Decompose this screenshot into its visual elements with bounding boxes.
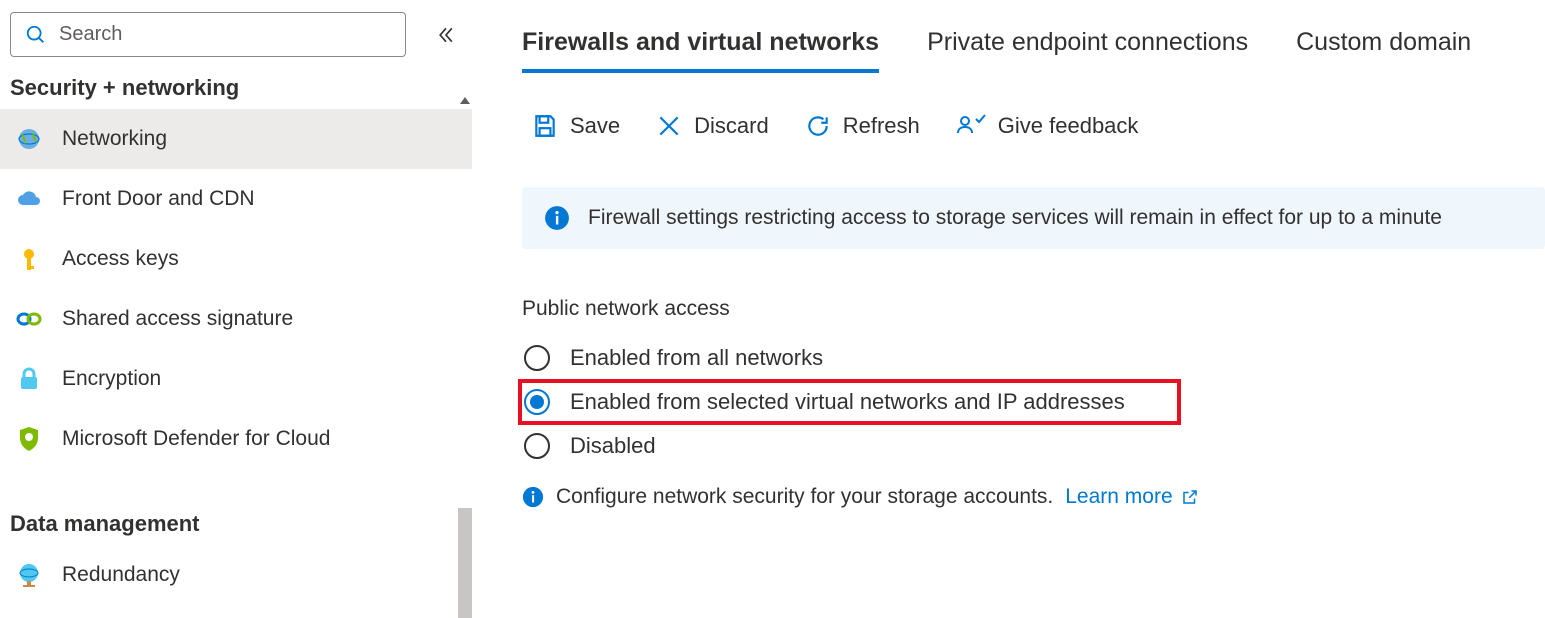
cloud-icon <box>16 186 42 212</box>
tab-custom-domain[interactable]: Custom domain <box>1296 28 1471 73</box>
globe-network-icon <box>16 126 42 152</box>
refresh-icon <box>805 113 831 139</box>
save-label: Save <box>570 113 620 139</box>
radio-label: Enabled from selected virtual networks a… <box>570 389 1125 415</box>
banner-text: Firewall settings restricting access to … <box>588 206 1442 230</box>
discard-label: Discard <box>694 113 769 139</box>
search-input[interactable] <box>59 23 393 46</box>
shield-icon <box>16 426 42 452</box>
sidebar: Security + networking Networking Front D… <box>0 0 472 618</box>
search-row <box>0 0 472 65</box>
sidebar-item-label: Redundancy <box>62 563 180 587</box>
nav-list-data: Redundancy <box>0 545 472 605</box>
info-icon <box>544 205 570 231</box>
sidebar-item-label: Microsoft Defender for Cloud <box>62 427 330 451</box>
sidebar-item-label: Networking <box>62 127 167 151</box>
external-link-icon <box>1181 488 1199 506</box>
sidebar-item-label: Front Door and CDN <box>62 187 255 211</box>
sidebar-collapse-button[interactable] <box>430 19 462 51</box>
radio-disabled[interactable]: Disabled <box>522 425 1545 467</box>
sidebar-item-redundancy[interactable]: Redundancy <box>0 545 472 605</box>
sidebar-item-label: Encryption <box>62 367 161 391</box>
link-label: Learn more <box>1065 485 1172 509</box>
hint-text: Configure network security for your stor… <box>556 485 1053 509</box>
learn-more-link[interactable]: Learn more <box>1065 485 1198 509</box>
radio-label: Enabled from all networks <box>570 345 823 371</box>
section-data-header: Data management <box>0 501 472 545</box>
tab-private-endpoint[interactable]: Private endpoint connections <box>927 28 1248 73</box>
info-icon <box>522 486 544 508</box>
sidebar-item-defender[interactable]: Microsoft Defender for Cloud <box>0 409 472 469</box>
radio-all-networks[interactable]: Enabled from all networks <box>522 337 1545 379</box>
lock-icon <box>16 366 42 392</box>
scrollbar-thumb[interactable] <box>458 508 472 618</box>
main-content: Firewalls and virtual networks Private e… <box>472 0 1545 618</box>
save-icon <box>532 113 558 139</box>
public-network-label: Public network access <box>522 297 1545 321</box>
toolbar: Save Discard Refresh Give feedback <box>522 113 1545 139</box>
sidebar-item-label: Access keys <box>62 247 179 271</box>
tab-bar: Firewalls and virtual networks Private e… <box>522 28 1545 73</box>
refresh-label: Refresh <box>843 113 920 139</box>
sidebar-item-access-keys[interactable]: Access keys <box>0 229 472 289</box>
feedback-button[interactable]: Give feedback <box>956 113 1139 139</box>
refresh-button[interactable]: Refresh <box>805 113 920 139</box>
radio-button-checked-icon <box>524 389 550 415</box>
radio-label: Disabled <box>570 433 656 459</box>
globe-icon <box>16 562 42 588</box>
tab-firewalls[interactable]: Firewalls and virtual networks <box>522 28 879 73</box>
search-icon <box>23 22 49 48</box>
hint-row: Configure network security for your stor… <box>522 485 1545 509</box>
feedback-icon <box>956 113 986 139</box>
feedback-label: Give feedback <box>998 113 1139 139</box>
link-icon <box>16 306 42 332</box>
public-network-radio-group: Enabled from all networks Enabled from s… <box>522 337 1545 467</box>
sidebar-item-sas[interactable]: Shared access signature <box>0 289 472 349</box>
nav-list-security: Networking Front Door and CDN Access key… <box>0 109 472 469</box>
close-icon <box>656 113 682 139</box>
sidebar-item-networking[interactable]: Networking <box>0 109 472 169</box>
radio-button-icon <box>524 433 550 459</box>
key-icon <box>16 246 42 272</box>
section-security-header: Security + networking <box>0 65 472 109</box>
search-box[interactable] <box>10 12 406 57</box>
info-banner: Firewall settings restricting access to … <box>522 187 1545 249</box>
scroll-up-arrow[interactable] <box>458 90 472 110</box>
sidebar-item-encryption[interactable]: Encryption <box>0 349 472 409</box>
save-button[interactable]: Save <box>532 113 620 139</box>
discard-button[interactable]: Discard <box>656 113 769 139</box>
sidebar-item-label: Shared access signature <box>62 307 293 331</box>
radio-selected-networks[interactable]: Enabled from selected virtual networks a… <box>518 379 1181 425</box>
radio-button-icon <box>524 345 550 371</box>
sidebar-item-front-door[interactable]: Front Door and CDN <box>0 169 472 229</box>
